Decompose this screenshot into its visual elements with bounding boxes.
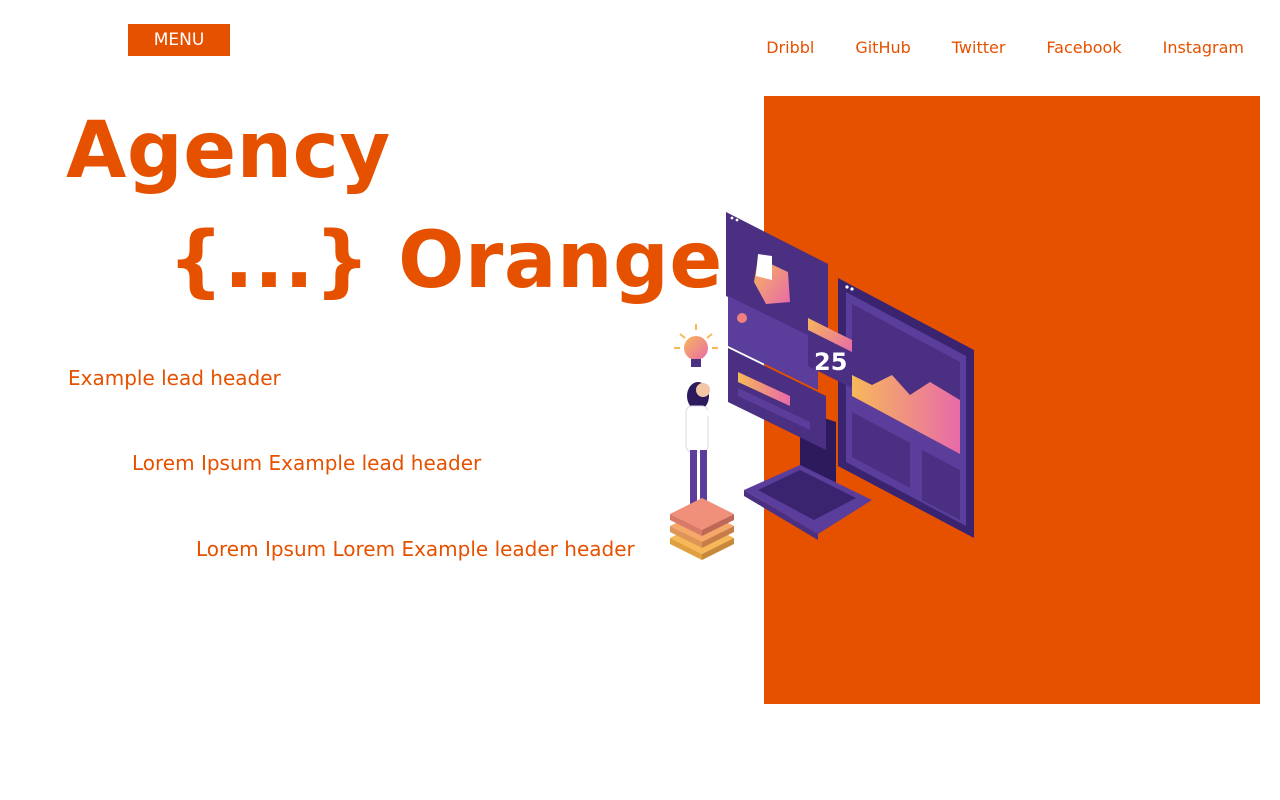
lead-header-2: Lorem Ipsum Example lead header xyxy=(132,451,482,475)
lead-header-3: Lorem Ipsum Lorem Example leader header xyxy=(196,537,635,561)
menu-button[interactable]: MENU xyxy=(128,24,230,56)
counter-value: 25 xyxy=(814,348,847,376)
lead-header-1: Example lead header xyxy=(68,366,281,390)
hero-title-line-1: Agency xyxy=(66,106,391,196)
lightbulb-icon xyxy=(674,324,718,367)
stacked-platforms xyxy=(670,498,734,560)
person-figure xyxy=(685,382,728,519)
social-link-dribbble[interactable]: Dribbl xyxy=(766,37,814,59)
social-link-github[interactable]: GitHub xyxy=(855,37,910,59)
dashboard-illustration: 25 xyxy=(670,212,974,560)
social-nav: Dribbl GitHub Twitter Facebook Instagram xyxy=(766,37,1244,59)
social-link-twitter[interactable]: Twitter xyxy=(952,37,1006,59)
hero-title-line-2: {...} Orange xyxy=(168,216,723,306)
social-link-facebook[interactable]: Facebook xyxy=(1046,37,1121,59)
social-link-instagram[interactable]: Instagram xyxy=(1163,37,1244,59)
